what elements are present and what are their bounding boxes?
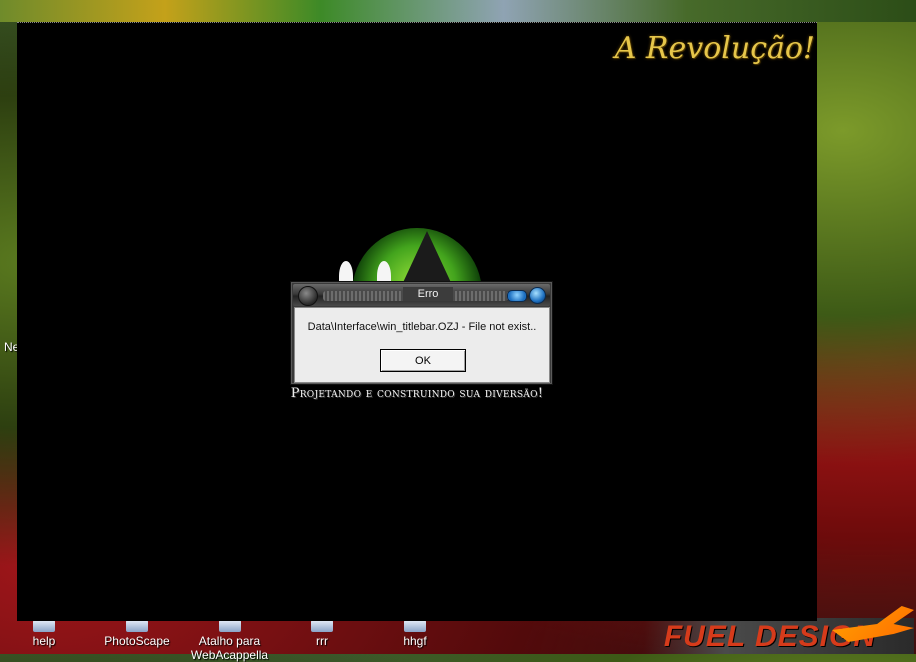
- shortcut-icon: [126, 620, 148, 632]
- game-tagline: Projetando e construindo sua diversão!: [290, 386, 544, 401]
- dialog-title: Erro: [403, 287, 453, 301]
- ok-button-label: OK: [415, 354, 431, 367]
- desktop-icon-hhgf[interactable]: hhgf: [375, 620, 455, 648]
- desktop-icon-label: PhotoScape: [104, 634, 170, 648]
- game-brand-logo: A Revolução!: [614, 31, 815, 66]
- wallpaper-top-strip: [0, 0, 916, 22]
- shortcut-icon: [311, 620, 333, 632]
- desktop-icon-webacappella[interactable]: Atalho para WebAcappella: [182, 620, 277, 662]
- shortcut-icon: [33, 620, 55, 632]
- dialog-body: Data\Interface\win_titlebar.OZJ - File n…: [294, 307, 550, 383]
- error-dialog: Erro Data\Interface\win_titlebar.OZJ - F…: [290, 281, 553, 385]
- shortcut-icon: [218, 620, 241, 632]
- desktop-icon-rrr[interactable]: rrr: [282, 620, 362, 648]
- desktop-icon-label: rrr: [316, 634, 328, 648]
- error-message: Data\Interface\win_titlebar.OZJ - File n…: [307, 321, 537, 333]
- desktop-icon-label: help: [32, 634, 56, 648]
- titlebar-orb-icon: [298, 286, 318, 306]
- desktop-icon-label: Atalho para WebAcappella: [190, 634, 269, 662]
- desktop-icon-label: hhgf: [403, 634, 427, 648]
- desktop-icon-help[interactable]: help: [4, 620, 84, 648]
- ok-button[interactable]: OK: [380, 349, 466, 372]
- desktop-icon-photoscape[interactable]: PhotoScape: [97, 620, 177, 648]
- minimize-button[interactable]: [507, 290, 527, 302]
- close-button[interactable]: [529, 287, 546, 304]
- shortcut-icon: [404, 620, 426, 632]
- dialog-titlebar[interactable]: Erro: [293, 284, 550, 306]
